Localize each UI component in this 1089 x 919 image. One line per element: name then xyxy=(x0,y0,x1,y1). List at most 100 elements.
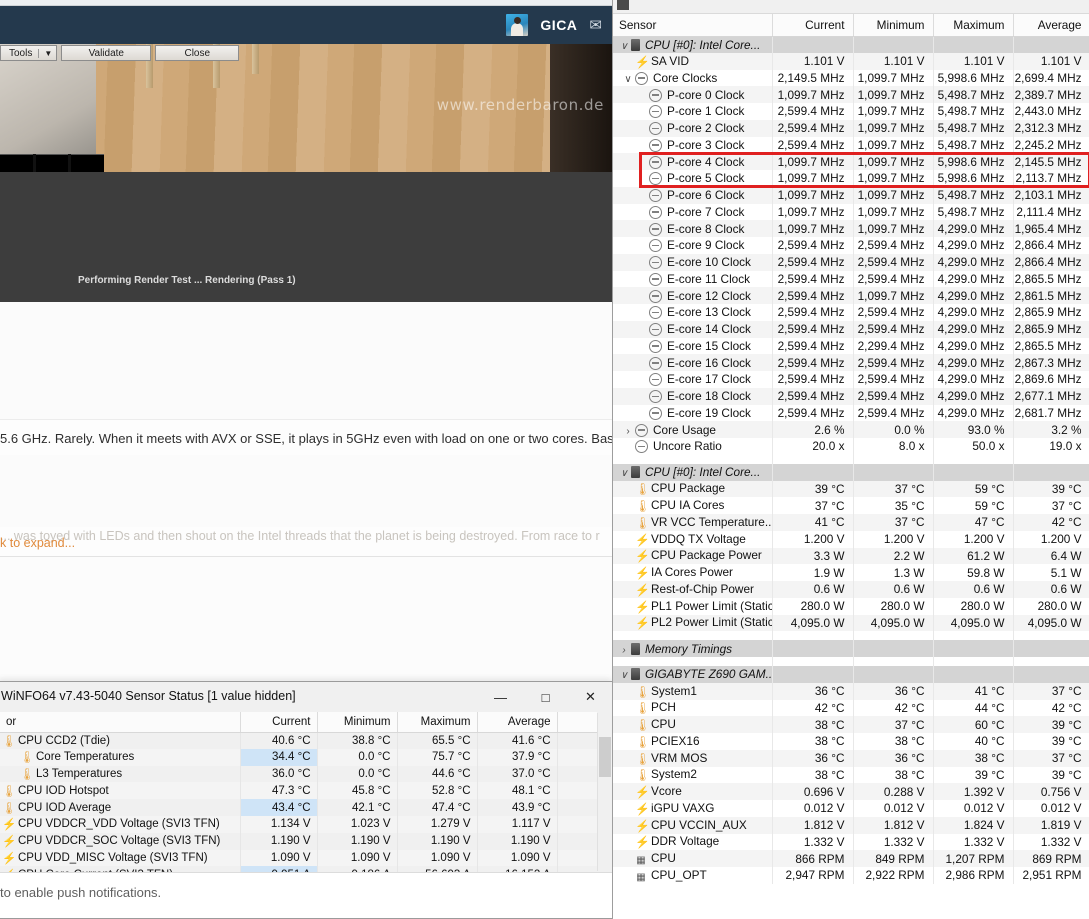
table-row[interactable]: Uncore Ratio 20.0 x 8.0 x 50.0 x 19.0 x xyxy=(613,438,1089,455)
chevron-right-icon[interactable]: › xyxy=(617,645,631,656)
col-header-current[interactable]: Current xyxy=(772,14,854,37)
table-row[interactable]: E-core 18 Clock 2,599.4 MHz 2,599.4 MHz 4,2… xyxy=(613,387,1089,405)
table-row[interactable]: P-core 2 Clock 2,599.4 MHz 1,099.7 MHz 5,49… xyxy=(613,119,1089,137)
table-row[interactable]: P-core 4 Clock 1,099.7 MHz 1,099.7 MHz 5,99… xyxy=(613,153,1089,170)
table-row[interactable]: P-core 7 Clock 1,099.7 MHz 1,099.7 MHz 5,49… xyxy=(613,203,1089,221)
tools-button[interactable]: Tools ▼ xyxy=(0,45,58,61)
chevron-down-icon[interactable]: ∨ xyxy=(621,74,635,85)
current-cell: 2,599.4 MHz xyxy=(772,119,854,137)
chevron-down-icon[interactable]: ∨ xyxy=(617,670,631,681)
envelope-icon[interactable]: ✉ xyxy=(589,16,602,34)
table-row[interactable]: ⚡iGPU VAXG 0.012 V 0.012 V 0.012 V 0.012 V xyxy=(613,800,1089,817)
table-row[interactable]: P-core 0 Clock 1,099.7 MHz 1,099.7 MHz 5,49… xyxy=(613,86,1089,103)
col-header-minimum[interactable]: Minimum xyxy=(853,14,934,37)
table-row[interactable]: 🌡CPU IA Cores 37 °C 35 °C 59 °C 37 °C xyxy=(613,497,1089,514)
table-row[interactable]: 🌡VR VCC Temperature... 41 °C 37 °C 47 °C 42 … xyxy=(613,514,1089,531)
table-row[interactable]: 🌡CPU Package 39 °C 37 °C 59 °C 39 °C xyxy=(613,480,1089,498)
chevron-down-icon[interactable]: ∨ xyxy=(617,468,631,479)
table-row[interactable]: ⚡PL1 Power Limit (Static) 280.0 W 280.0 W2… xyxy=(613,597,1089,615)
col-header-average[interactable]: Average xyxy=(477,712,558,733)
hwinfo-bottom-scrollbar[interactable] xyxy=(597,713,612,871)
group-name-cell[interactable]: ∨ CPU [#0]: Intel Core... xyxy=(613,36,773,53)
sensor-group-row[interactable]: ∨ GIGABYTE Z690 GAM... xyxy=(613,666,1089,683)
table-row[interactable]: 🌡System2 38 °C 38 °C 39 °C 39 °C xyxy=(613,766,1089,784)
table-row[interactable]: E-core 10 Clock 2,599.4 MHz 2,599.4 MHz 4,2… xyxy=(613,253,1089,271)
table-row[interactable]: 🌡CPU CCD2 (Tdie) 40.6 °C 38.8 °C 65.5 °C 41.… xyxy=(0,732,597,749)
table-row[interactable]: ∨ Core Clocks 2,149.5 MHz 1,099.7 MHz 5,998.… xyxy=(613,69,1089,87)
table-row[interactable]: ⚡SA VID 1.101 V 1.101 V 1.101 V 1.101 V xyxy=(613,52,1089,70)
user-avatar[interactable] xyxy=(506,14,529,36)
col-header-minimum[interactable]: Minimum xyxy=(317,712,398,733)
table-row[interactable]: P-core 6 Clock 1,099.7 MHz 1,099.7 MHz 5,49… xyxy=(613,186,1089,204)
hwinfo-titlebar[interactable]: HWiNFO64 v7.43-5040 Sensor Status [1 val… xyxy=(0,682,613,712)
sensor-name-cell: ⚡PL1 Power Limit (Static) xyxy=(613,597,773,615)
table-row[interactable]: ⚡Vcore 0.696 V 0.288 V 1.392 V 0.756 V xyxy=(613,783,1089,800)
chevron-down-icon[interactable]: ∨ xyxy=(617,41,631,52)
table-row[interactable]: ⚡VDDQ TX Voltage 1.200 V 1.200 V 1.200 V 1.2… xyxy=(613,530,1089,548)
sensor-group-row[interactable]: ∨ CPU [#0]: Intel Core... xyxy=(613,463,1089,481)
col-header-current[interactable]: Current xyxy=(240,712,318,733)
user-area[interactable]: GICA ✉ xyxy=(506,6,602,44)
table-row[interactable]: E-core 9 Clock 2,599.4 MHz 2,599.4 MHz 4,29… xyxy=(613,237,1089,254)
table-row[interactable]: E-core 14 Clock 2,599.4 MHz 2,599.4 MHz 4,2… xyxy=(613,320,1089,338)
table-row[interactable]: E-core 13 Clock 2,599.4 MHz 2,599.4 MHz 4,2… xyxy=(613,304,1089,321)
table-row[interactable]: 🌡PCH 42 °C 42 °C 44 °C 42 °C xyxy=(613,699,1089,717)
video-thumbnail[interactable]: www.renderbaron.de xyxy=(0,44,612,172)
table-row[interactable]: P-core 1 Clock 2,599.4 MHz 1,099.7 MHz 5,49… xyxy=(613,103,1089,120)
table-row[interactable]: 🌡L3 Temperatures 36.0 °C 0.0 °C 44.6 °C 37.0… xyxy=(0,765,597,783)
current-cell: 2,149.5 MHz xyxy=(772,69,854,87)
table-row[interactable]: E-core 19 Clock 2,599.4 MHz 2,599.4 MHz 4,2… xyxy=(613,404,1089,422)
table-row[interactable]: ⚡ CPU VDDCR_VDD Voltage (SVI3 TFN) 1.134 V… xyxy=(0,815,597,833)
table-row[interactable]: 🌡Core Temperatures 34.4 °C 0.0 °C 75.7 °C 37… xyxy=(0,748,597,766)
close-icon[interactable]: ✕ xyxy=(568,682,613,712)
close-button[interactable]: Close xyxy=(155,45,240,61)
table-row[interactable]: ⚡Rest-of-Chip Power 0.6 W 0.6 W 0.6 W 0.6 W xyxy=(613,581,1089,598)
table-row[interactable]: 🌡CPU IOD Average 43.4 °C 42.1 °C 47.4 °C 43.… xyxy=(0,799,597,816)
col-header-sensor[interactable]: Sensor xyxy=(613,14,773,37)
sensor-group-row[interactable]: ∨ CPU [#0]: Intel Core... xyxy=(613,36,1089,53)
table-row[interactable]: ▦ CPU 866 RPM 849 RPM 1,207 RPM 869 RPM xyxy=(613,850,1089,867)
table-row[interactable]: 🌡PCIEX16 38 °C 38 °C 40 °C 39 °C xyxy=(613,733,1089,750)
table-row[interactable]: ▦ CPU_OPT 2,947 RPM 2,922 RPM 2,986 RPM 2,951… xyxy=(613,867,1089,884)
current-cell: 37 °C xyxy=(772,497,854,514)
chevron-down-icon[interactable]: ▼ xyxy=(38,48,52,58)
table-row[interactable]: 🌡VRM MOS 36 °C 36 °C 38 °C 37 °C xyxy=(613,749,1089,767)
table-row[interactable]: ⚡CPU VCCIN_AUX 1.812 V 1.812 V 1.824 V 1.819… xyxy=(613,816,1089,834)
maximize-icon[interactable]: □ xyxy=(523,682,568,712)
table-row[interactable]: ⚡IA Cores Power 1.9 W 1.3 W 59.8 W 5.1 W xyxy=(613,564,1089,581)
scrollbar-thumb[interactable] xyxy=(599,737,611,777)
table-row[interactable]: 🌡System1 36 °C 36 °C 41 °C 37 °C xyxy=(613,682,1089,700)
group-name-cell[interactable]: ∨ CPU [#0]: Intel Core... xyxy=(613,463,773,481)
sensor-group-row[interactable]: › Memory Timings xyxy=(613,640,1089,657)
table-row[interactable]: E-core 8 Clock 1,099.7 MHz 1,099.7 MHz 4,29… xyxy=(613,220,1089,237)
col-header-maximum[interactable]: Maximum xyxy=(397,712,478,733)
table-row[interactable]: E-core 12 Clock 2,599.4 MHz 1,099.7 MHz 4,2… xyxy=(613,287,1089,304)
table-row[interactable]: E-core 11 Clock 2,599.4 MHz 2,599.4 MHz 4,2… xyxy=(613,270,1089,288)
chevron-right-icon[interactable]: › xyxy=(621,426,635,437)
table-row[interactable]: ⚡DDR Voltage 1.332 V 1.332 V 1.332 V 1.332 V xyxy=(613,833,1089,851)
validate-button[interactable]: Validate xyxy=(61,45,152,61)
table-row[interactable]: ⚡CPU Package Power 3.3 W 2.2 W 61.2 W 6.4 W xyxy=(613,547,1089,565)
maximum-cell: 1.392 V xyxy=(933,783,1014,800)
table-row[interactable]: ⚡ CPU VDDCR_SOC Voltage (SVI3 TFN) 1.190 V… xyxy=(0,832,597,850)
table-row[interactable]: 🌡CPU IOD Hotspot 47.3 °C 45.8 °C 52.8 °C 48.… xyxy=(0,782,597,800)
hwinfo-sensors-panel[interactable]: Sensor Current Minimum Maximum Average ∨… xyxy=(612,0,1089,919)
group-name-cell[interactable]: ∨ GIGABYTE Z690 GAM... xyxy=(613,666,773,683)
hwinfo-sensor-status-window[interactable]: HWiNFO64 v7.43-5040 Sensor Status [1 val… xyxy=(0,681,614,919)
click-to-expand-link[interactable]: k to expand... xyxy=(0,536,75,550)
col-header-sensor[interactable]: or xyxy=(0,712,241,733)
table-row[interactable]: E-core 15 Clock 2,599.4 MHz 2,299.4 MHz 4,2… xyxy=(613,337,1089,355)
col-header-average[interactable]: Average xyxy=(1013,14,1089,37)
group-name-cell[interactable]: › Memory Timings xyxy=(613,640,773,657)
table-row[interactable]: E-core 17 Clock 2,599.4 MHz 2,599.4 MHz 4,2… xyxy=(613,371,1089,388)
table-row[interactable]: 🌡CPU 38 °C 37 °C 60 °C 39 °C xyxy=(613,716,1089,733)
table-row[interactable]: P-core 3 Clock 2,599.4 MHz 1,099.7 MHz 5,49… xyxy=(613,136,1089,154)
table-row[interactable]: E-core 16 Clock 2,599.4 MHz 2,599.4 MHz 4,2… xyxy=(613,354,1089,371)
table-row[interactable]: › Core Usage 2.6 % 0.0 % 93.0 % 3.2 % xyxy=(613,421,1089,438)
minimize-icon[interactable]: — xyxy=(478,682,523,712)
table-row[interactable]: P-core 5 Clock 1,099.7 MHz 1,099.7 MHz 5,99… xyxy=(613,170,1089,187)
sensor-name-label: CPU VCCIN_AUX xyxy=(651,817,747,832)
col-header-maximum[interactable]: Maximum xyxy=(933,14,1014,37)
table-row[interactable]: ⚡ CPU VDD_MISC Voltage (SVI3 TFN) 1.090 V1… xyxy=(0,849,597,867)
table-row[interactable]: ⚡PL2 Power Limit (Static) 4,095.0 W 4,095.… xyxy=(613,614,1089,632)
